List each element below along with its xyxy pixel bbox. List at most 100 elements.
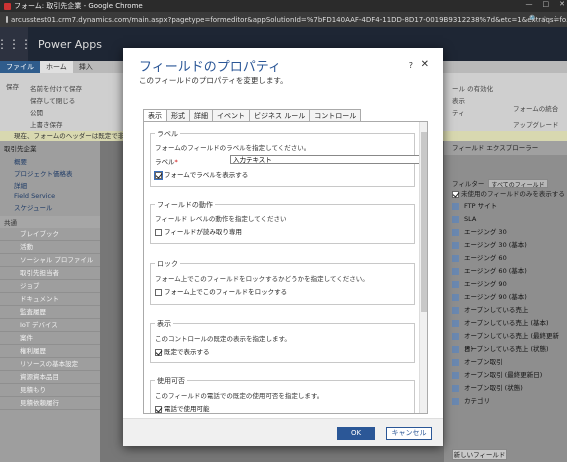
field-explorer: フィールド エクスプローラー フィルター すべてのフィールド 未使用のフィールド… (444, 141, 567, 462)
ribbon-right-label3[interactable]: ティ (452, 107, 465, 117)
default-visible-text: 既定で表示する (164, 348, 210, 356)
checkbox-icon[interactable] (155, 348, 162, 356)
phone-available-checkbox[interactable]: 電話で使用可能 (155, 403, 210, 413)
nav-item[interactable]: 取引先担当者 (0, 267, 100, 280)
checkbox-icon[interactable] (155, 228, 162, 236)
show-label-checkbox[interactable]: フォームでラベルを表示する (154, 169, 248, 180)
lock-text: フォーム上でこのフィールドをロックする (164, 288, 288, 296)
section-description: フォームのフィールドのラベルを指定してください。 (155, 144, 311, 152)
form-merge-button[interactable]: フォームの統合 (513, 103, 558, 113)
close-window-button[interactable]: ✕ (559, 0, 565, 8)
checkbox-icon[interactable] (154, 170, 163, 180)
properties-scroll-area[interactable]: ラベル フォームのフィールドのラベルを指定してください。 ラベル* 入力テキスト… (143, 121, 428, 414)
field-explorer-title: フィールド エクスプローラー (444, 141, 567, 155)
checkbox-icon[interactable] (155, 405, 162, 413)
nav-link[interactable]: Field Service (0, 191, 100, 201)
dialog-footer: OK キャンセル (123, 418, 443, 446)
section-caption: フィールドの動作 (155, 200, 215, 210)
scrollbar-thumb[interactable] (421, 132, 427, 312)
field-item[interactable]: エージング 30 (基本) (444, 239, 567, 252)
ribbon-right-label1[interactable]: ール の有効化 (452, 83, 493, 93)
address-bar[interactable]: arcusstest01.crm7.dynamics.com/main.aspx… (0, 12, 567, 27)
field-item[interactable]: オープン取引 (状態) (444, 382, 567, 395)
tab-home[interactable]: ホーム (40, 61, 73, 73)
lock-icon (6, 16, 8, 23)
unused-only-checkbox[interactable]: 未使用のフィールドのみを表示する (444, 189, 567, 200)
field-item[interactable]: カテゴリ (444, 395, 567, 408)
nav-item[interactable]: リソースの基本設定 (0, 358, 100, 371)
url-text[interactable]: arcusstest01.crm7.dynamics.com/main.aspx… (11, 16, 567, 24)
nav-header: 取引先企業 (4, 145, 37, 153)
browser-titlebar: フォーム: 取引先企業 - Google Chrome — □ ✕ (0, 0, 567, 12)
nav-item[interactable]: ブレイブック (0, 228, 100, 241)
nav-item[interactable]: 案件 (0, 332, 100, 345)
required-mark: * (174, 158, 178, 166)
default-visible-checkbox[interactable]: 既定で表示する (155, 346, 210, 356)
save-as-button[interactable]: 名前を付けて保存 (30, 83, 82, 93)
form-navigation: 取引先企業 概要 プロジェクト価格表 詳細 Field Service スケジュ… (0, 141, 100, 462)
field-item[interactable]: エージング 90 (基本) (444, 291, 567, 304)
cancel-button[interactable]: キャンセル (386, 427, 432, 440)
maximize-button[interactable]: □ (543, 0, 550, 8)
field-item[interactable]: エージング 60 (基本) (444, 265, 567, 278)
phone-available-text: 電話で使用可能 (164, 405, 210, 413)
readonly-checkbox[interactable]: フィールドが読み取り専用 (155, 226, 242, 236)
ok-button[interactable]: OK (337, 427, 375, 440)
section-description: このコントロールの既定の表示を指定します。 (155, 335, 291, 343)
lock-checkbox[interactable]: フォーム上でこのフィールドをロックする (155, 286, 287, 296)
nav-item[interactable]: 活動 (0, 241, 100, 254)
field-item[interactable]: オープンしている売上 (444, 304, 567, 317)
save-button[interactable]: 保存 (6, 81, 19, 91)
nav-item[interactable]: 見積依頼履行 (0, 397, 100, 410)
nav-link[interactable]: プロジェクト価格表 (0, 167, 100, 179)
section-caption: ラベル (155, 129, 180, 139)
nav-item[interactable]: 監査履歴 (0, 306, 100, 319)
nav-item[interactable]: ソーシャル プロファイル (0, 254, 100, 267)
field-item[interactable]: エージング 30 (444, 226, 567, 239)
checkbox-icon[interactable] (452, 190, 459, 198)
filter-select[interactable]: すべてのフィールド (488, 178, 549, 189)
field-item[interactable]: エージング 90 (444, 278, 567, 291)
field-item[interactable]: オープンしている売上 (最終更新日) (444, 330, 567, 353)
field-item[interactable]: オープンしている売上 (状態) (444, 343, 567, 356)
minimize-button[interactable]: — (526, 0, 533, 8)
overwrite-button[interactable]: 上書き保存 (30, 119, 63, 129)
section-description: フィールド レベルの動作を指定してください (155, 215, 287, 223)
tab-file[interactable]: ファイル (0, 61, 40, 73)
field-item[interactable]: SLA (444, 213, 567, 226)
waffle-icon[interactable]: ⋮⋮⋮ (0, 27, 32, 61)
help-icon[interactable]: ? (409, 61, 413, 70)
readonly-text: フィールドが読み取り専用 (164, 228, 242, 236)
nav-item[interactable]: ドキュメント (0, 293, 100, 306)
checkbox-icon[interactable] (155, 288, 162, 296)
label-input[interactable]: 入力テキスト (230, 155, 427, 164)
section-description: フォーム上でこのフィールドをロックするかどうかを指定してください。 (155, 275, 369, 283)
nav-item[interactable]: IoT デバイス (0, 319, 100, 332)
save-close-button[interactable]: 保存して閉じる (30, 95, 75, 105)
nav-link[interactable]: 概要 (0, 155, 100, 167)
nav-link[interactable]: 詳細 (0, 179, 100, 191)
field-item[interactable]: オープン取引 (444, 356, 567, 369)
nav-item[interactable]: 資源資本品目 (0, 371, 100, 384)
label-field-label: ラベル (155, 158, 175, 166)
field-item[interactable]: エージング 60 (444, 252, 567, 265)
visibility-section: 表示 このコントロールの既定の表示を指定します。 既定で表示する (150, 319, 415, 363)
field-item[interactable]: オープンしている売上 (基本) (444, 317, 567, 330)
vertical-scrollbar[interactable] (419, 122, 427, 413)
new-field-button[interactable]: 新しいフィールド (452, 449, 507, 460)
nav-item[interactable]: 権利履歴 (0, 345, 100, 358)
tab-insert[interactable]: 挿入 (73, 61, 99, 73)
close-icon[interactable]: ✕ (421, 59, 429, 70)
publish-button[interactable]: 公開 (30, 107, 43, 117)
field-item[interactable]: オープン取引 (最終更新日) (444, 369, 567, 382)
nav-item[interactable]: ジョブ (0, 280, 100, 293)
tab-display[interactable]: 表示 (143, 109, 167, 121)
app-icon (4, 2, 11, 10)
browser-icons: 🔍☆⋮ (529, 15, 563, 23)
field-item[interactable]: FTP サイト (444, 200, 567, 213)
nav-item[interactable]: 見積もり (0, 384, 100, 397)
filter-label: フィルター (452, 180, 485, 188)
section-description: このフィールドの電話での既定の使用可否を指定します。 (155, 392, 324, 400)
nav-link[interactable]: スケジュール (0, 201, 100, 213)
ribbon-right-label2[interactable]: 表示 (452, 95, 465, 105)
